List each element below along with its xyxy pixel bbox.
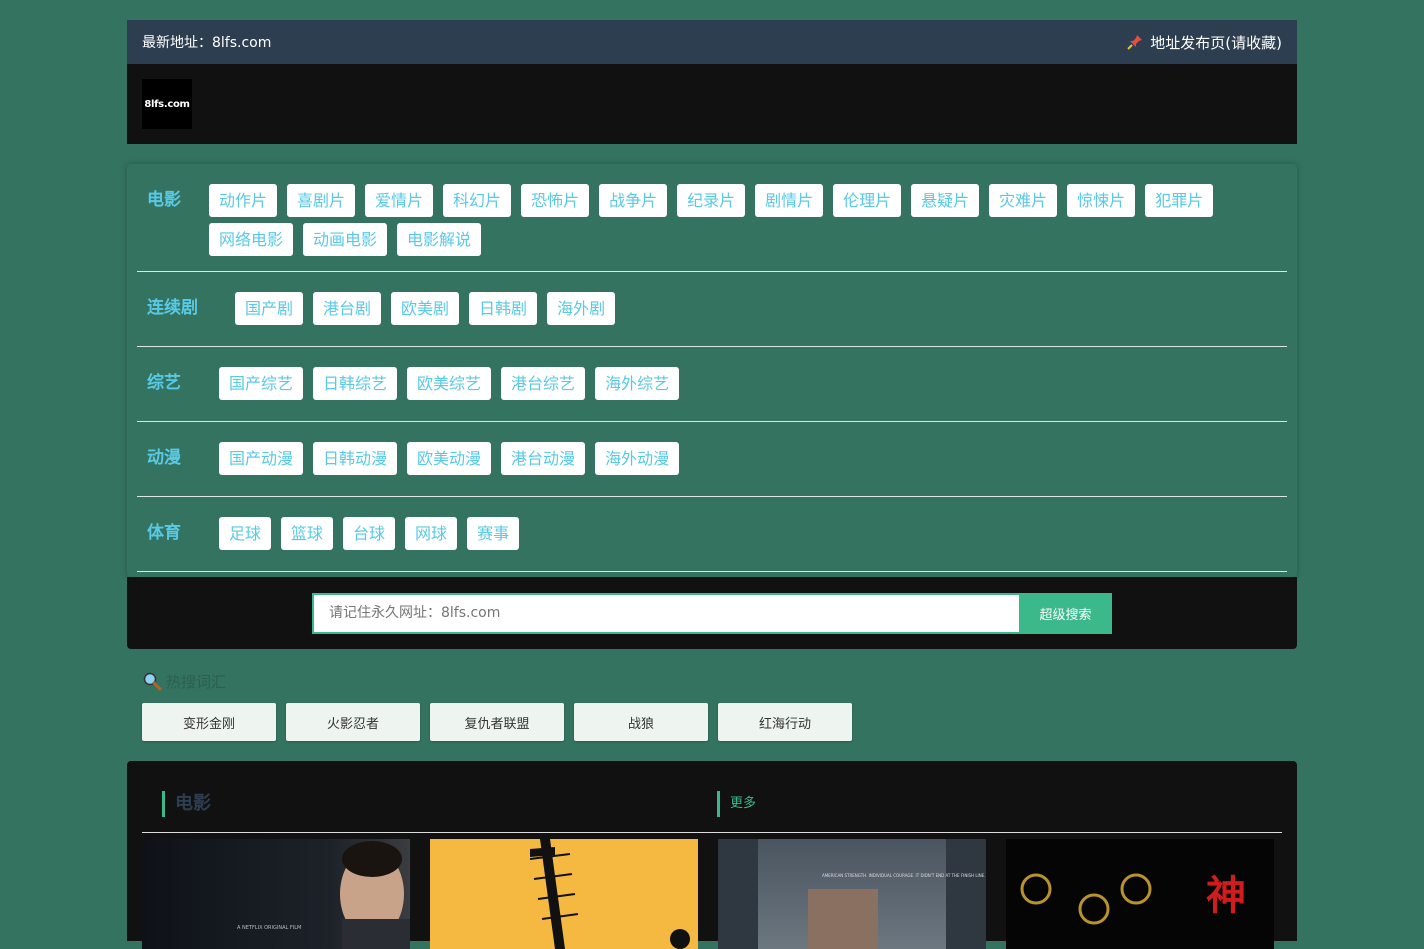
nav-tag[interactable]: 国产剧 <box>235 292 304 325</box>
site-logo[interactable]: 8lfs.com <box>142 79 192 129</box>
category-series[interactable]: 连续剧 <box>147 292 235 325</box>
nav-tag[interactable]: 台球 <box>343 517 396 550</box>
category-nav: 电影 动作片 喜剧片 爱情片 科幻片 恐怖片 战争片 纪录片 剧情片 伦理片 悬疑片 灾难片 惊悚片犯… <box>127 164 1297 618</box>
more-link[interactable]: 更多 <box>717 790 756 817</box>
nav-tag[interactable]: 日韩综艺 <box>313 367 398 400</box>
nav-tag[interactable]: 日韩剧 <box>469 292 538 325</box>
hot-search: 热搜词汇 变形金刚 火影忍者 复仇者联盟 战狼 红海行动 <box>127 668 1297 741</box>
nav-tag[interactable]: 海外动漫 <box>595 442 680 475</box>
nav-row-series: 连续剧 国产剧 港台剧 欧美剧 日韩剧 海外剧 <box>137 272 1287 347</box>
nav-tag[interactable]: 动画电影 <box>303 223 388 256</box>
nav-row-anime: 动漫 国产动漫 日韩动漫 欧美动漫 港台动漫 海外动漫 <box>137 422 1287 497</box>
hot-search-item[interactable]: 复仇者联盟 <box>430 703 564 741</box>
latest-address: 最新地址：8lfs.com <box>142 35 272 51</box>
search-button[interactable]: 超级搜索 <box>1019 592 1112 634</box>
hot-list: 变形金刚 火影忍者 复仇者联盟 战狼 红海行动 <box>142 703 1297 741</box>
nav-tag[interactable]: 足球 <box>219 517 272 550</box>
nav-tag[interactable]: 网球 <box>405 517 458 550</box>
nav-row-movies: 电影 动作片 喜剧片 爱情片 科幻片 恐怖片 战争片 纪录片 剧情片 伦理片 悬疑片 灾难片 惊悚片犯… <box>137 164 1287 272</box>
anime-tags: 国产动漫 日韩动漫 欧美动漫 港台动漫 海外动漫 <box>219 442 689 481</box>
nav-tag[interactable]: 喜剧片 <box>287 184 356 217</box>
magnifier-icon <box>143 672 162 691</box>
logo-bar: 8lfs.com <box>127 64 1297 144</box>
category-sports[interactable]: 体育 <box>147 517 219 550</box>
search-bar: 超级搜索 <box>127 577 1297 649</box>
nav-tag[interactable]: 港台综艺 <box>501 367 586 400</box>
nav-tag[interactable]: 战争片 <box>599 184 668 217</box>
nav-tag[interactable]: 灾难片 <box>989 184 1058 217</box>
nav-tag[interactable]: 恐怖片 <box>521 184 590 217</box>
nav-tag[interactable]: 港台剧 <box>313 292 382 325</box>
nav-tag[interactable]: 国产综艺 <box>219 367 304 400</box>
nav-tag[interactable]: 纪录片 <box>677 184 746 217</box>
movie-tags: 动作片 喜剧片 爱情片 科幻片 恐怖片 战争片 纪录片 剧情片 伦理片 悬疑片 灾难片 惊悚片 犯罪片网… <box>209 184 1269 262</box>
publish-link-label: 地址发布页(请收藏) <box>1150 33 1282 52</box>
series-tags: 国产剧 港台剧 欧美剧 日韩剧 海外剧 <box>235 292 625 331</box>
nav-tag[interactable]: 欧美综艺 <box>407 367 492 400</box>
nav-tag[interactable]: 爱情片 <box>365 184 434 217</box>
nav-tag[interactable]: 伦理片 <box>833 184 902 217</box>
variety-tags: 国产综艺 日韩综艺 欧美综艺 港台综艺 海外综艺 <box>219 367 689 406</box>
nav-row-sports: 体育 足球 篮球 台球 网球 赛事 <box>137 497 1287 572</box>
nav-tag[interactable]: 海外剧 <box>547 292 616 325</box>
hot-title-label: 热搜词汇 <box>166 672 227 691</box>
movie-section: 电影 更多 A NETFLIX ORIGINAL FILM AMERICAN S… <box>127 761 1297 949</box>
publish-page-link[interactable]: 地址发布页(请收藏) <box>1126 32 1282 53</box>
nav-tag[interactable]: 动作片 <box>209 184 278 217</box>
nav-tag[interactable]: 篮球 <box>281 517 334 550</box>
nav-tag[interactable]: 犯罪片 <box>1145 184 1214 217</box>
pin-icon <box>1127 35 1143 50</box>
nav-tag[interactable]: 网络电影 <box>209 223 294 256</box>
nav-tag[interactable]: 日韩动漫 <box>313 442 398 475</box>
category-variety[interactable]: 综艺 <box>147 367 219 400</box>
nav-tag[interactable]: 科幻片 <box>443 184 512 217</box>
hot-search-item[interactable]: 战狼 <box>574 703 708 741</box>
nav-tag[interactable]: 海外综艺 <box>595 367 680 400</box>
search-box: 超级搜索 <box>312 592 1112 634</box>
nav-tag[interactable]: 电影解说 <box>397 223 482 256</box>
hot-search-item[interactable]: 火影忍者 <box>286 703 420 741</box>
search-input[interactable] <box>312 592 1019 634</box>
nav-tag[interactable]: 欧美剧 <box>391 292 460 325</box>
hot-search-title: 热搜词汇 <box>142 668 1297 694</box>
nav-tag[interactable]: 港台动漫 <box>501 442 586 475</box>
hot-search-item[interactable]: 红海行动 <box>718 703 852 741</box>
hot-search-item[interactable]: 变形金刚 <box>142 703 276 741</box>
poster-caption: AMERICAN STRENGTH. INDIVIDUAL COURAGE. I… <box>822 873 986 878</box>
top-bar: 最新地址：8lfs.com 地址发布页(请收藏) <box>127 20 1297 64</box>
nav-tag[interactable]: 赛事 <box>467 517 520 550</box>
nav-tag[interactable]: 剧情片 <box>755 184 824 217</box>
nav-tag[interactable]: 国产动漫 <box>219 442 304 475</box>
nav-tag[interactable]: 悬疑片 <box>911 184 980 217</box>
poster-caption: A NETFLIX ORIGINAL FILM <box>237 925 301 931</box>
nav-tag[interactable]: 惊悚片 <box>1067 184 1136 217</box>
section-header: 电影 更多 <box>142 761 1282 833</box>
poster-caption: 神 <box>1206 872 1246 919</box>
sports-tags: 足球 篮球 台球 网球 赛事 <box>219 517 529 556</box>
category-anime[interactable]: 动漫 <box>147 442 219 475</box>
nav-row-variety: 综艺 国产综艺 日韩综艺 欧美综艺 港台综艺 海外综艺 <box>137 347 1287 422</box>
section-title: 电影 <box>162 790 717 817</box>
nav-tag[interactable]: 欧美动漫 <box>407 442 492 475</box>
